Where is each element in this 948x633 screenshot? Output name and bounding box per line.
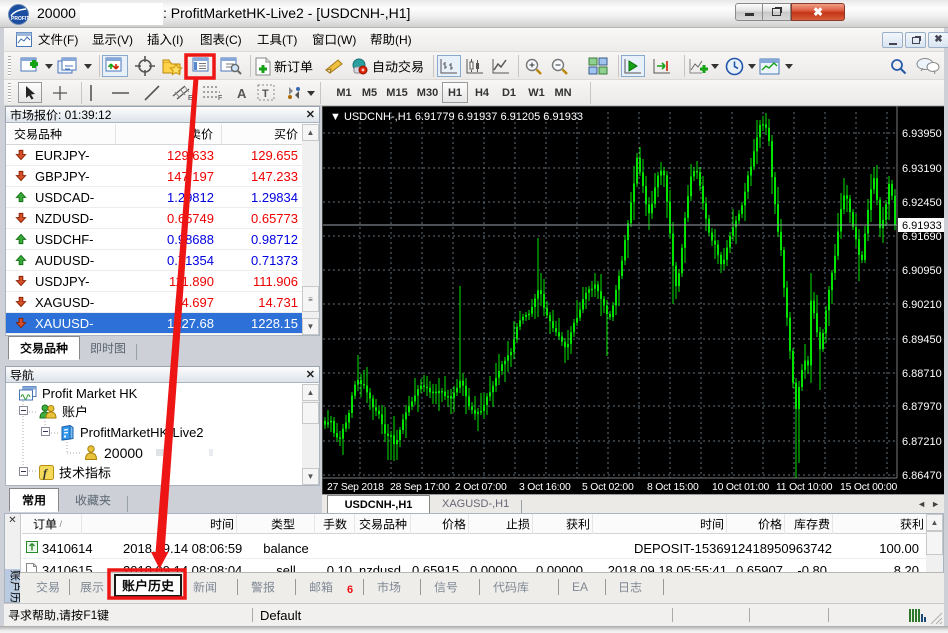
svg-text:6.92450: 6.92450 [902,197,942,209]
svg-text:10 Oct 01:00: 10 Oct 01:00 [712,482,770,493]
svg-text:E: E [188,95,193,101]
svg-text:6.87970: 6.87970 [902,401,942,413]
svg-text:11 Oct 10:00: 11 Oct 10:00 [776,482,833,493]
svg-text:27 Sep 2018: 27 Sep 2018 [327,482,384,493]
svg-text:▼ USDCNH-,H1 6.91779 6.91937: ▼ USDCNH-,H1 6.91779 6.91937 6.91205 6.9… [330,111,583,123]
svg-text:A: A [237,86,247,100]
svg-text:3 Oct 16:00: 3 Oct 16:00 [519,482,571,493]
svg-text:6.88710: 6.88710 [902,368,942,380]
svg-text:F: F [218,95,222,101]
svg-text:8 Oct 15:00: 8 Oct 15:00 [647,482,699,493]
svg-text:6.90950: 6.90950 [902,265,942,277]
svg-text:2 Oct 07:00: 2 Oct 07:00 [455,482,507,493]
svg-text:6.91933: 6.91933 [902,220,942,232]
svg-text:6.91690: 6.91690 [902,231,942,243]
svg-text:15 Oct 00:00: 15 Oct 00:00 [840,482,898,493]
svg-text:6.87210: 6.87210 [902,436,942,448]
svg-text:6.93950: 6.93950 [902,128,942,140]
svg-text:PROFIT: PROFIT [11,16,29,22]
svg-text:28 Sep 17:00: 28 Sep 17:00 [390,482,450,493]
svg-text:T: T [262,88,269,100]
svg-text:6.93190: 6.93190 [902,163,942,175]
svg-text:6.86470: 6.86470 [902,470,942,482]
svg-text:5 Oct 02:00: 5 Oct 02:00 [582,482,634,493]
svg-text:6.90210: 6.90210 [902,299,942,311]
svg-text:6.89450: 6.89450 [902,334,942,346]
